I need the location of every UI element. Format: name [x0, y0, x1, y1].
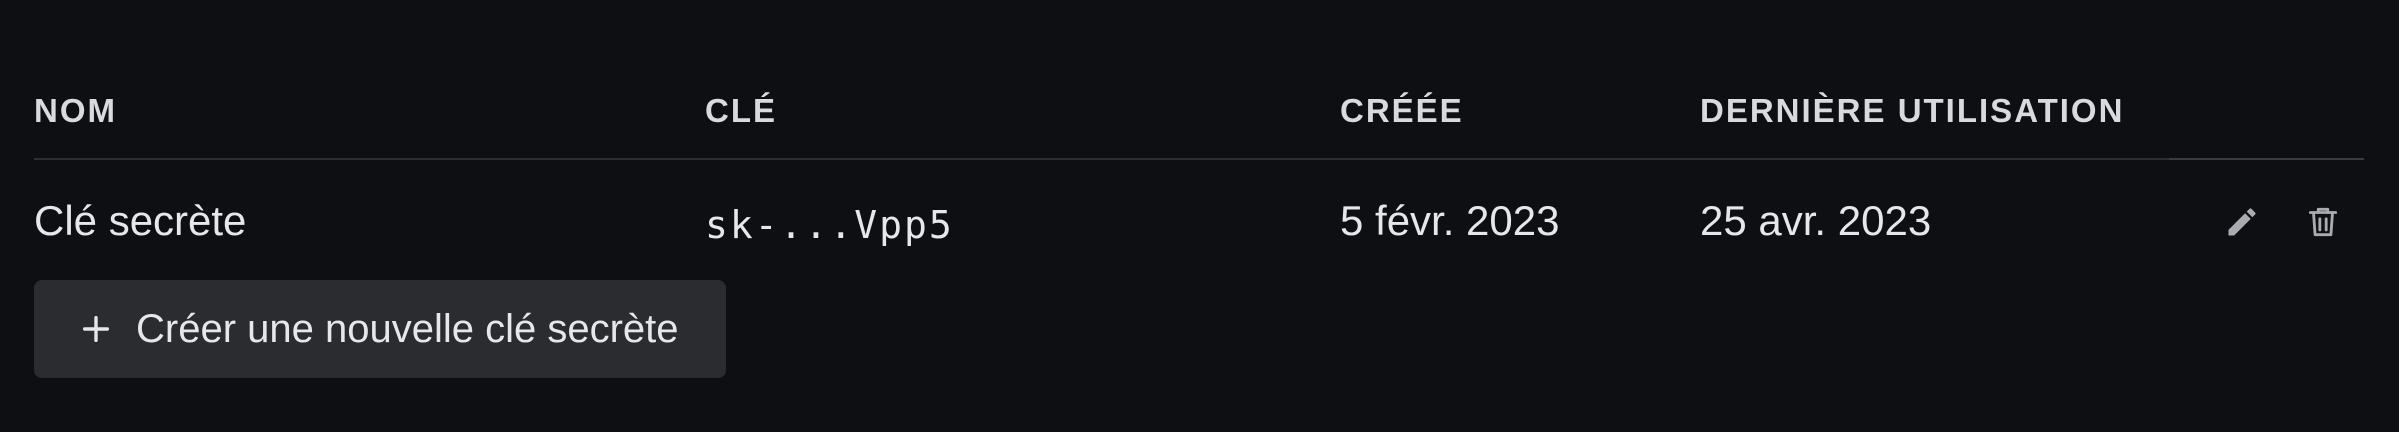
- delete-key-button[interactable]: [2297, 196, 2349, 248]
- api-keys-panel: NOM CLÉ CRÉÉE DERNIÈRE UTILISATION Clé s…: [34, 0, 2364, 432]
- header-name: NOM: [34, 92, 117, 129]
- plus-icon: [76, 309, 116, 349]
- trash-icon: [2308, 207, 2338, 237]
- key-created-date: 5 févr. 2023: [1340, 197, 1560, 244]
- edit-key-button[interactable]: [2216, 196, 2268, 248]
- create-secret-key-label: Créer une nouvelle clé secrète: [136, 306, 679, 351]
- header-last-used: DERNIÈRE UTILISATION: [1700, 92, 2125, 129]
- key-last-used-date: 25 avr. 2023: [1700, 197, 1932, 244]
- key-name: Clé secrète: [34, 197, 247, 244]
- table-header: NOM CLÉ CRÉÉE DERNIÈRE UTILISATION: [34, 88, 2364, 160]
- header-divider: [34, 158, 2364, 160]
- key-value: sk-...Vpp5: [705, 203, 954, 247]
- create-secret-key-button[interactable]: Créer une nouvelle clé secrète: [34, 280, 726, 378]
- pencil-icon: [2228, 208, 2256, 236]
- header-created: CRÉÉE: [1340, 92, 1464, 129]
- header-divider-actions: [2169, 158, 2364, 160]
- table-row: Clé secrète sk-...Vpp5 5 févr. 2023 25 a…: [34, 186, 2364, 256]
- header-key: CLÉ: [705, 92, 777, 129]
